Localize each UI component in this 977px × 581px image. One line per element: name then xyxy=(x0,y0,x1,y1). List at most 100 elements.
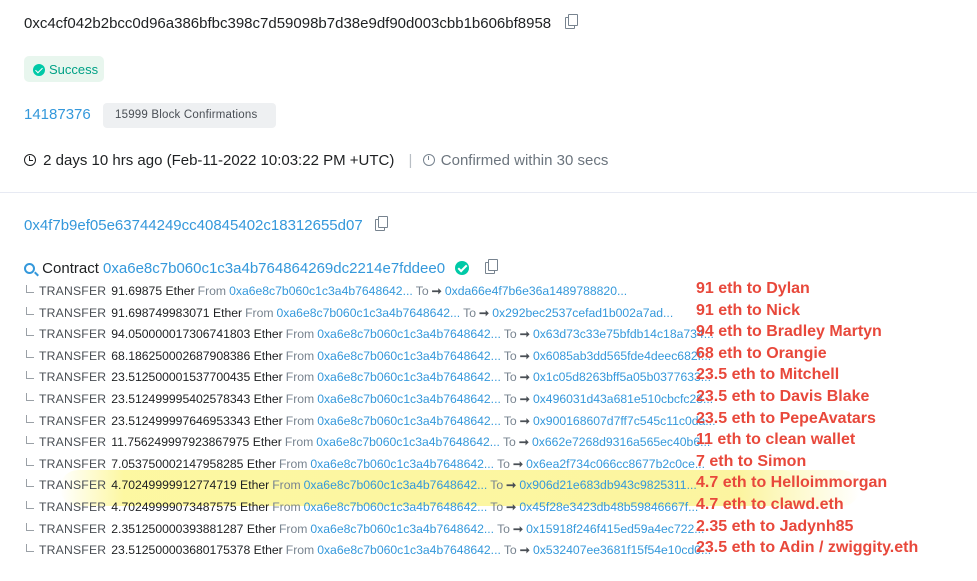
arrow-right-icon: ➞ xyxy=(506,500,517,514)
from-label: From xyxy=(285,543,315,558)
transfer-to-link[interactable]: 0xda66e4f7b6e36a1489788820... xyxy=(445,284,627,298)
transfer-from-link[interactable]: 0xa6e8c7b060c1c3a4b7648642... xyxy=(310,457,494,471)
timer-icon xyxy=(422,154,435,166)
transfer-from-link[interactable]: 0xa6e8c7b060c1c3a4b7648642... xyxy=(310,522,494,536)
to-label: To xyxy=(502,435,516,450)
tree-elbow-icon xyxy=(26,457,34,466)
recipient-annotation: 91 eth to Nick xyxy=(696,301,801,319)
block-number-link[interactable]: 14187376 xyxy=(24,106,91,123)
from-label: From xyxy=(278,456,308,471)
arrow-right-icon: ➞ xyxy=(512,521,524,536)
tree-elbow-icon xyxy=(26,393,34,401)
transfer-to-link[interactable]: 0x15918f246f415ed59a4ec722... xyxy=(526,522,704,536)
transfer-to-link[interactable]: 0x662e7268d9316a565ec40b6... xyxy=(532,435,710,449)
transfer-from-link[interactable]: 0xa6e8c7b060c1c3a4b7648642... xyxy=(317,370,501,384)
copy-icon[interactable] xyxy=(485,259,499,274)
from-label: From xyxy=(272,478,301,493)
tree-elbow-icon xyxy=(26,544,34,553)
transfer-label: TRANSFER xyxy=(39,413,107,428)
transfer-to-link[interactable]: 0x45f28e3423db48b59846667f... xyxy=(519,500,698,514)
transfer-row: TRANSFER 7.053750002147958285 Ether From 0x… xyxy=(26,453,706,475)
arrow-right-icon: ➞ xyxy=(519,413,530,428)
transfer-label: TRANSFER xyxy=(39,284,107,298)
status-text: Success xyxy=(49,62,99,77)
to-label: To xyxy=(503,392,517,406)
timestamp-text: 2 days 10 hrs ago (Feb-11-2022 10:03:22 … xyxy=(43,152,395,169)
recipient-annotation: 23.5 eth to Adin / zwiggity.eth xyxy=(696,539,919,557)
transfer-from-link[interactable]: 0xa6e8c7b060c1c3a4b7648642... xyxy=(317,414,501,428)
recipient-annotation: 23.5 eth to PepeAvatars xyxy=(696,409,876,427)
arrow-right-icon: ➞ xyxy=(519,370,530,385)
to-label: To xyxy=(415,284,429,298)
transfer-to-link[interactable]: 0x532407ee3681f15f54e10cd0... xyxy=(533,543,711,557)
to-label: To xyxy=(503,327,517,342)
to-label: To xyxy=(463,305,477,320)
contract-address-link[interactable]: 0xa6e8c7b060c1c3a4b764864269dc2214e7fdde… xyxy=(103,260,445,277)
timestamp-row: 2 days 10 hrs ago (Feb-11-2022 10:03:22 … xyxy=(24,152,608,169)
transfer-row: TRANSFER 23.512500003680175378 Ether From 0… xyxy=(26,539,711,561)
tree-elbow-icon xyxy=(26,349,34,358)
transfer-to-link[interactable]: 0x6ea2f734c066cc8677b2c0ce... xyxy=(526,457,705,471)
transfer-to-link[interactable]: 0x63d73c33e75bfdb14c18a734... xyxy=(533,327,714,341)
transfer-label: TRANSFER xyxy=(39,392,107,406)
transfer-to-link[interactable]: 0x496031d43a681e510cbcfc28... xyxy=(533,392,713,406)
arrow-right-icon: ➞ xyxy=(479,305,490,320)
transfer-from-link[interactable]: 0xa6e8c7b060c1c3a4b7648642... xyxy=(317,327,501,341)
from-address-link[interactable]: 0x4f7b9ef05e63744249cc40845402c18312655d… xyxy=(24,217,363,234)
tree-elbow-icon xyxy=(26,479,34,488)
transfer-from-link[interactable]: 0xa6e8c7b060c1c3a4b7648642... xyxy=(317,392,501,406)
transfer-row: TRANSFER 23.512499995402578343 Ether From 0… xyxy=(26,388,713,410)
transfer-to-link[interactable]: 0x906d21e683db943c9825311... xyxy=(519,478,696,492)
confirmed-within-text: Confirmed within 30 secs xyxy=(440,152,609,169)
tree-elbow-icon xyxy=(26,285,34,293)
arrow-right-icon: ➞ xyxy=(518,435,530,450)
transfer-label: TRANSFER xyxy=(39,543,107,558)
transfer-row: TRANSFER 23.512499997646953343 Ether From 0… xyxy=(26,410,715,432)
transfer-to-link[interactable]: 0x6085ab3dd565fde4deec682f... xyxy=(533,349,711,363)
recipient-annotation: 68 eth to Orangie xyxy=(696,344,827,362)
transfer-to-link[interactable]: 0x900168607d7ff7c545c11c0da... xyxy=(533,414,716,428)
from-label: From xyxy=(285,348,315,363)
transfer-label: TRANSFER xyxy=(39,435,107,450)
transfer-amount: 7.053750002147958285 Ether xyxy=(111,456,276,471)
transfer-row: TRANSFER 4.70249999912774719 Ether From 0xa… xyxy=(26,474,706,496)
from-label: From xyxy=(197,284,227,298)
transfer-label: TRANSFER xyxy=(39,305,107,320)
transfer-from-link[interactable]: 0xa6e8c7b060c1c3a4b7648642... xyxy=(317,349,501,363)
clock-icon xyxy=(24,154,36,166)
transfer-from-link[interactable]: 0xa6e8c7b060c1c3a4b7648642... xyxy=(317,543,501,557)
section-divider xyxy=(0,192,977,193)
transfer-to-link[interactable]: 0x1c05d8263bff5a05b0377633... xyxy=(533,370,711,384)
copy-icon[interactable] xyxy=(374,216,388,231)
block-confirmations-badge: 15999 Block Confirmations xyxy=(103,103,276,128)
recipient-annotation: 94 eth to Bradley Martyn xyxy=(696,323,882,341)
search-icon[interactable] xyxy=(24,263,35,274)
transfer-from-link[interactable]: 0xa6e8c7b060c1c3a4b7648642... xyxy=(229,284,413,298)
transfer-from-link[interactable]: 0xa6e8c7b060c1c3a4b7648642... xyxy=(316,435,500,449)
contract-label: Contract xyxy=(42,260,99,277)
to-label: To xyxy=(503,543,517,558)
status-badge: Success xyxy=(24,56,104,82)
to-label: To xyxy=(503,348,517,363)
transfer-row: TRANSFER 23.512500001537700435 Ether From 0… xyxy=(26,366,711,388)
transfer-amount: 91.69875 Ether xyxy=(111,284,195,298)
copy-icon[interactable] xyxy=(565,14,579,29)
arrow-right-icon: ➞ xyxy=(519,327,530,342)
verified-check-icon xyxy=(455,261,470,275)
recipient-annotation: 23.5 eth to Mitchell xyxy=(696,366,840,384)
transfer-from-link[interactable]: 0xa6e8c7b060c1c3a4b7648642... xyxy=(304,478,488,492)
to-label: To xyxy=(490,500,504,514)
from-label: From xyxy=(285,370,315,385)
transfer-to-link[interactable]: 0x292bec2537cefad1b002a7ad... xyxy=(492,306,673,320)
tx-hash: 0xc4cf042b2bcc0d96a386bfbc398c7d59098b7d… xyxy=(24,15,552,32)
tx-hash-row: 0xc4cf042b2bcc0d96a386bfbc398c7d59098b7d… xyxy=(24,14,579,32)
transfer-amount: 68.186250002687908386 Ether xyxy=(111,348,283,363)
transfer-row: TRANSFER 94.050000017306741803 Ether From 0… xyxy=(26,323,714,345)
from-label: From xyxy=(285,327,315,342)
transfer-from-link[interactable]: 0xa6e8c7b060c1c3a4b7648642... xyxy=(304,500,488,514)
transfer-label: TRANSFER xyxy=(39,478,107,493)
transfer-from-link[interactable]: 0xa6e8c7b060c1c3a4b7648642... xyxy=(277,306,461,320)
transfer-amount: 11.756249997923867975 Ether xyxy=(111,435,282,450)
transfer-amount: 23.512500003680175378 Ether xyxy=(111,543,283,558)
arrow-right-icon: ➞ xyxy=(519,392,530,406)
